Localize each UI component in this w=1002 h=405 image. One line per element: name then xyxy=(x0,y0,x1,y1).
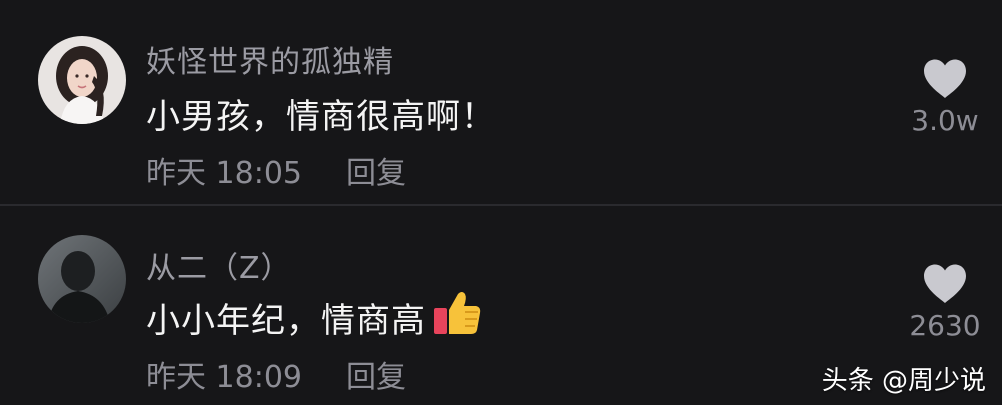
heart-icon xyxy=(922,263,968,305)
comment-text-content: 小男孩，情商很高啊！ xyxy=(146,97,496,137)
comment-meta: 昨天 18:09 回复 xyxy=(146,352,406,396)
watermark: 头条 @周少说 xyxy=(821,366,986,396)
comment-item: 妖怪世界的孤独精 小男孩，情商很高啊！ 昨天 18:05 回复 3.0w xyxy=(0,0,1002,200)
avatar[interactable] xyxy=(38,235,126,323)
username[interactable]: 从二（Z） xyxy=(146,243,292,287)
like-count: 3.0w xyxy=(911,104,979,137)
like-count: 2630 xyxy=(909,309,981,342)
comment-text: 小小年纪，情商高 xyxy=(146,290,482,345)
comment-meta: 昨天 18:05 回复 xyxy=(146,148,406,192)
reply-button[interactable]: 回复 xyxy=(346,352,406,396)
username[interactable]: 妖怪世界的孤独精 xyxy=(146,37,394,81)
avatar[interactable] xyxy=(38,36,126,124)
timestamp: 昨天 18:05 xyxy=(146,156,302,191)
heart-icon xyxy=(922,58,968,100)
like-button[interactable]: 3.0w xyxy=(890,58,1000,137)
like-button[interactable]: 2630 xyxy=(890,263,1000,342)
timestamp: 昨天 18:09 xyxy=(146,360,302,395)
thumbs-up-icon xyxy=(432,290,482,345)
comment-text-content: 小小年纪，情商高 xyxy=(146,301,426,341)
reply-button[interactable]: 回复 xyxy=(346,148,406,192)
comment-text: 小男孩，情商很高啊！ xyxy=(146,89,496,138)
